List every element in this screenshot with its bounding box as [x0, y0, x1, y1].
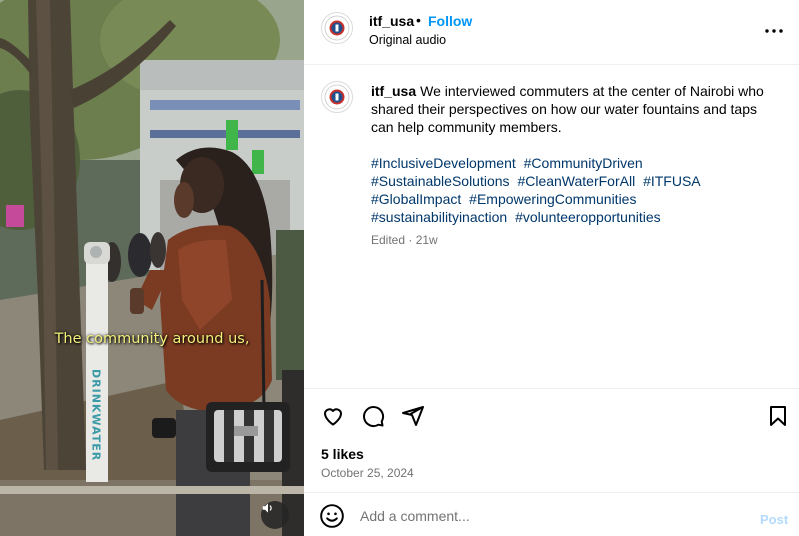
action-bar: 5 likes October 25, 2024: [304, 388, 799, 492]
separator-dot: •: [416, 12, 421, 28]
comment-input[interactable]: [360, 503, 740, 529]
hashtag-link[interactable]: #InclusiveDevelopment: [371, 155, 516, 171]
send-icon: [402, 406, 424, 426]
hashtag-link[interactable]: #CleanWaterForAll: [517, 173, 635, 189]
hashtag-link[interactable]: #sustainabilityinaction: [371, 209, 507, 225]
hashtag-link[interactable]: #ITFUSA: [643, 173, 701, 189]
share-button[interactable]: [400, 403, 426, 429]
post-caption: itf_usa We interviewed commuters at the c…: [304, 65, 799, 388]
video-frame: [0, 0, 304, 536]
post-date[interactable]: October 25, 2024: [321, 466, 414, 480]
itf-logo-icon: [324, 84, 350, 110]
emoji-button[interactable]: [319, 503, 345, 529]
speaker-icon: [262, 503, 272, 513]
like-button[interactable]: [320, 403, 346, 429]
hashtag-link[interactable]: #SustainableSolutions: [371, 173, 510, 189]
comment-bar: Post: [304, 492, 799, 536]
video-player[interactable]: The community around us, DRINKWATER: [0, 0, 304, 536]
smiley-icon: [320, 504, 344, 528]
hashtag-link[interactable]: #EmpoweringCommunities: [469, 191, 636, 207]
drinkwater-label: DRINKWATER: [89, 368, 103, 462]
avatar[interactable]: [321, 12, 353, 44]
post-panel: itf_usa • Follow Original audio itf_usa W…: [304, 0, 799, 536]
comment-icon: [363, 406, 385, 428]
itf-logo-icon: [324, 15, 350, 41]
caption-avatar[interactable]: [321, 81, 353, 113]
caption-username[interactable]: itf_usa: [371, 83, 416, 99]
audio-link[interactable]: Original audio: [369, 33, 446, 47]
heart-icon: [324, 408, 342, 426]
post-header: itf_usa • Follow Original audio: [304, 0, 799, 65]
hashtag-link[interactable]: #CommunityDriven: [524, 155, 643, 171]
comment-button[interactable]: [360, 403, 386, 429]
mute-button[interactable]: [261, 501, 289, 529]
follow-button[interactable]: Follow: [428, 13, 472, 29]
hashtag-link[interactable]: #GlobalImpact: [371, 191, 461, 207]
edited-timestamp: Edited · 21w: [371, 233, 438, 247]
bookmark-icon: [770, 406, 786, 426]
save-button[interactable]: [765, 403, 791, 429]
hashtag-link[interactable]: #volunteeropportunities: [515, 209, 661, 225]
header-username[interactable]: itf_usa: [369, 13, 414, 29]
video-caption: The community around us,: [54, 331, 250, 347]
more-options-button[interactable]: [762, 19, 786, 43]
likes-count[interactable]: 5 likes: [321, 446, 364, 462]
more-horizontal-icon: [765, 29, 783, 33]
hashtag-list: #InclusiveDevelopment #CommunityDriven #…: [371, 154, 781, 226]
post-button[interactable]: Post: [760, 512, 788, 527]
caption-body: We interviewed commuters at the center o…: [371, 83, 764, 135]
caption-text: itf_usa We interviewed commuters at the c…: [371, 82, 771, 136]
